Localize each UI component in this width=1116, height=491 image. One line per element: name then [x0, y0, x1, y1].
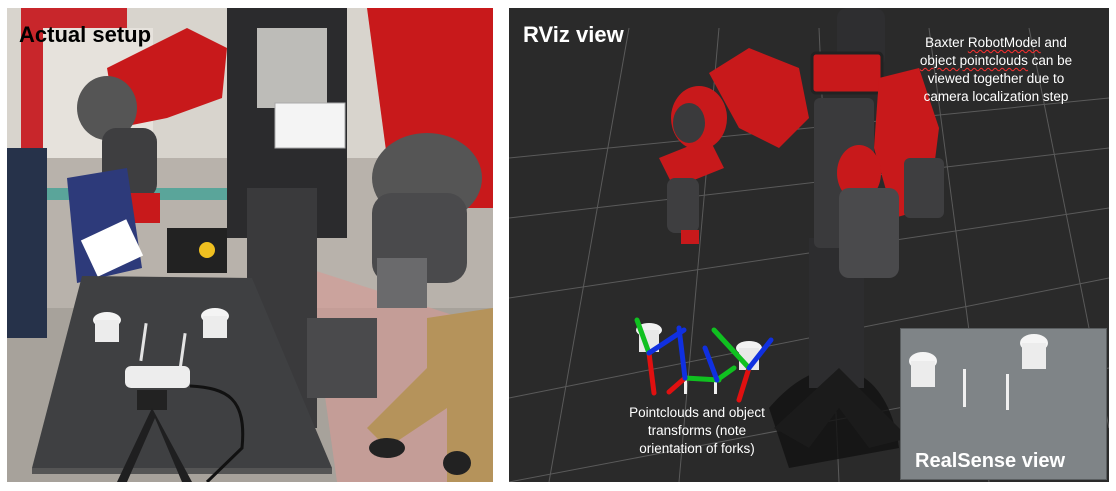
annotation-top-robotmodel-term: RobotModel: [967, 35, 1041, 50]
right-panel-title: RViz view: [523, 22, 624, 47]
actual-setup-photo: Actual setup: [7, 8, 493, 482]
annotation-pointclouds: Pointclouds and object transforms (note …: [607, 404, 787, 458]
annotation-top-line2-post: can be: [1027, 53, 1073, 68]
left-panel-title: Actual setup: [19, 22, 152, 47]
annotation-top-line1-post: and: [1040, 35, 1067, 50]
realsense-view-label: RealSense view: [915, 450, 1066, 472]
annotation-bottom-line1: Pointclouds and object: [629, 405, 765, 420]
rviz-view-panel: RViz view Baxter RobotModel and object p…: [509, 8, 1109, 482]
annotation-top-pointclouds-term: object pointclouds: [919, 53, 1028, 68]
annotation-top-line3: viewed together due to: [927, 71, 1065, 86]
annotation-bottom-line2: transforms (note: [647, 423, 747, 438]
annotation-bottom-line3: orientation of forks): [639, 441, 755, 456]
annotation-top-line1-pre: Baxter: [925, 35, 968, 50]
annotation-top-line4: camera localization step: [923, 89, 1069, 104]
annotation-robotmodel: Baxter RobotModel and object pointclouds…: [911, 34, 1081, 106]
realsense-view-inset: RealSense view: [900, 328, 1107, 480]
actual-setup-scene: [7, 8, 493, 482]
